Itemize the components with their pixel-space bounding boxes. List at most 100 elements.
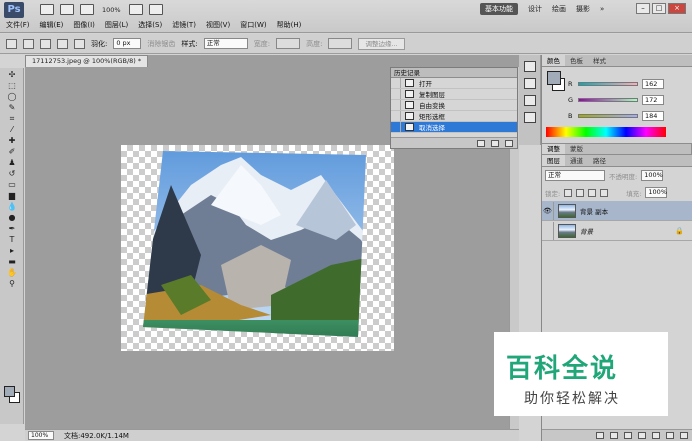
path-select-tool-icon[interactable]: ▸ bbox=[6, 247, 18, 255]
link-layers-icon[interactable] bbox=[596, 432, 604, 439]
layer-style-icon[interactable] bbox=[610, 432, 618, 439]
new-selection-icon[interactable] bbox=[23, 38, 34, 49]
workspace-design[interactable]: 设计 bbox=[528, 4, 542, 14]
menu-view[interactable]: 视图(V) bbox=[206, 20, 230, 30]
brush-tool-icon[interactable]: ✐ bbox=[6, 148, 18, 156]
tab-swatches[interactable]: 色板 bbox=[565, 55, 588, 66]
intersect-selection-icon[interactable] bbox=[74, 38, 85, 49]
document-tab[interactable]: 17112753.jpeg @ 100%(RGB/8) * bbox=[25, 55, 149, 67]
close-button[interactable]: × bbox=[668, 3, 686, 14]
blue-value-field[interactable]: 184 bbox=[642, 111, 664, 121]
history-item[interactable]: 矩形选框 bbox=[391, 111, 517, 122]
height-input[interactable] bbox=[328, 38, 353, 49]
trash-icon[interactable] bbox=[505, 139, 513, 147]
zoom-level-select[interactable]: 100% bbox=[100, 6, 123, 14]
add-selection-icon[interactable] bbox=[40, 38, 51, 49]
menu-filter[interactable]: 滤镜(T) bbox=[172, 20, 196, 30]
subtract-selection-icon[interactable] bbox=[57, 38, 68, 49]
new-document-from-state-icon[interactable] bbox=[477, 139, 485, 147]
lock-all-icon[interactable] bbox=[600, 188, 609, 197]
zoom-tool-icon[interactable]: ⚲ bbox=[6, 280, 18, 288]
image-canvas[interactable] bbox=[121, 145, 394, 351]
lock-transparency-icon[interactable] bbox=[564, 188, 573, 197]
snapshot-icon[interactable] bbox=[491, 139, 499, 147]
arrange-docs-icon[interactable] bbox=[128, 4, 143, 15]
new-group-icon[interactable] bbox=[652, 432, 660, 439]
dodge-tool-icon[interactable]: ● bbox=[6, 214, 18, 222]
history-item[interactable]: 复制图层 bbox=[391, 89, 517, 100]
tab-paths[interactable]: 路径 bbox=[588, 155, 611, 166]
swatches-panel-icon[interactable] bbox=[524, 78, 536, 89]
history-brush-tool-icon[interactable]: ↺ bbox=[6, 170, 18, 178]
antialias-checkbox[interactable]: 消除锯齿 bbox=[147, 39, 175, 49]
red-slider[interactable] bbox=[578, 82, 638, 86]
workspace-more-button[interactable]: » bbox=[600, 5, 604, 13]
red-value-field[interactable]: 162 bbox=[642, 79, 664, 89]
menu-window[interactable]: 窗口(W) bbox=[240, 20, 266, 30]
workspace-photography[interactable]: 摄影 bbox=[576, 4, 590, 14]
refine-edge-button[interactable]: 调整边缘... bbox=[358, 37, 405, 50]
fill-field[interactable]: 100% bbox=[645, 187, 668, 198]
menu-help[interactable]: 帮助(H) bbox=[277, 20, 302, 30]
foreground-color-swatch[interactable] bbox=[4, 386, 15, 397]
history-item-selected[interactable]: 取消选择 bbox=[391, 122, 517, 133]
opacity-field[interactable]: 100% bbox=[641, 170, 664, 181]
history-panel-title[interactable]: 历史记录 bbox=[391, 68, 517, 78]
style-select[interactable]: 正常 bbox=[203, 38, 248, 49]
menu-file[interactable]: 文件(F) bbox=[6, 20, 30, 30]
menu-edit[interactable]: 编辑(E) bbox=[40, 20, 64, 30]
tab-color[interactable]: 颜色 bbox=[542, 55, 565, 66]
green-slider[interactable] bbox=[578, 98, 638, 102]
quick-select-tool-icon[interactable]: ✎ bbox=[6, 104, 18, 112]
lock-position-icon[interactable] bbox=[588, 188, 597, 197]
new-layer-icon[interactable] bbox=[666, 432, 674, 439]
blue-slider[interactable] bbox=[578, 114, 638, 118]
tab-adjustments[interactable]: 调整 bbox=[542, 144, 565, 154]
add-mask-icon[interactable] bbox=[624, 432, 632, 439]
tab-styles[interactable]: 样式 bbox=[588, 55, 611, 66]
info-panel-icon[interactable] bbox=[524, 112, 536, 123]
workspace-essentials[interactable]: 基本功能 bbox=[480, 3, 518, 15]
trash-icon[interactable] bbox=[680, 432, 688, 439]
screen-mode-icon[interactable] bbox=[148, 4, 163, 15]
tab-channels[interactable]: 通道 bbox=[565, 155, 588, 166]
foreground-color-preview[interactable] bbox=[547, 71, 561, 85]
layer-row[interactable]: 背景 🔒 bbox=[542, 221, 692, 241]
shape-tool-icon[interactable]: ▬ bbox=[6, 258, 18, 266]
status-doc-size[interactable]: 文档:492.0K/1.14M bbox=[64, 431, 129, 441]
layer-row[interactable]: 👁 背景 副本 bbox=[542, 201, 692, 221]
menu-image[interactable]: 图像(I) bbox=[73, 20, 95, 30]
tab-masks[interactable]: 蒙版 bbox=[565, 144, 588, 154]
eraser-tool-icon[interactable]: ▭ bbox=[6, 181, 18, 189]
eye-icon[interactable]: 👁 bbox=[542, 201, 554, 220]
menu-select[interactable]: 选择(S) bbox=[138, 20, 162, 30]
blur-tool-icon[interactable]: 💧 bbox=[6, 203, 18, 211]
crop-tool-icon[interactable]: ⌗ bbox=[6, 115, 18, 123]
color-spectrum-bar[interactable] bbox=[546, 127, 666, 137]
marquee-tool-preset-icon[interactable] bbox=[6, 38, 17, 49]
type-tool-icon[interactable]: T bbox=[6, 236, 18, 244]
history-panel-icon[interactable] bbox=[524, 95, 536, 106]
adjustment-layer-icon[interactable] bbox=[638, 432, 646, 439]
move-tool-icon[interactable]: ✣ bbox=[6, 71, 18, 79]
pen-tool-icon[interactable]: ✒ bbox=[6, 225, 18, 233]
tab-layers[interactable]: 图层 bbox=[542, 155, 565, 166]
eyedropper-tool-icon[interactable]: ⁄ bbox=[6, 126, 18, 134]
green-value-field[interactable]: 172 bbox=[642, 95, 664, 105]
blend-mode-select[interactable]: 正常 bbox=[545, 170, 605, 181]
history-item[interactable]: 自由变换 bbox=[391, 100, 517, 111]
hand-view-icon[interactable] bbox=[80, 4, 94, 15]
visibility-toggle[interactable] bbox=[542, 221, 554, 240]
bridge-icon[interactable] bbox=[40, 4, 54, 15]
workspace-painting[interactable]: 绘画 bbox=[552, 4, 566, 14]
maximize-button[interactable]: □ bbox=[652, 3, 666, 14]
stamp-tool-icon[interactable]: ♟ bbox=[6, 159, 18, 167]
lasso-tool-icon[interactable]: ◯ bbox=[6, 93, 18, 101]
healing-tool-icon[interactable]: ✚ bbox=[6, 137, 18, 145]
minibridge-icon[interactable] bbox=[60, 4, 74, 15]
hand-tool-icon[interactable]: ✋ bbox=[6, 269, 18, 277]
width-input[interactable] bbox=[276, 38, 301, 49]
marquee-tool-icon[interactable]: ⬚ bbox=[6, 82, 18, 90]
gradient-tool-icon[interactable]: ▆ bbox=[6, 192, 18, 200]
color-swatches[interactable] bbox=[4, 386, 20, 404]
